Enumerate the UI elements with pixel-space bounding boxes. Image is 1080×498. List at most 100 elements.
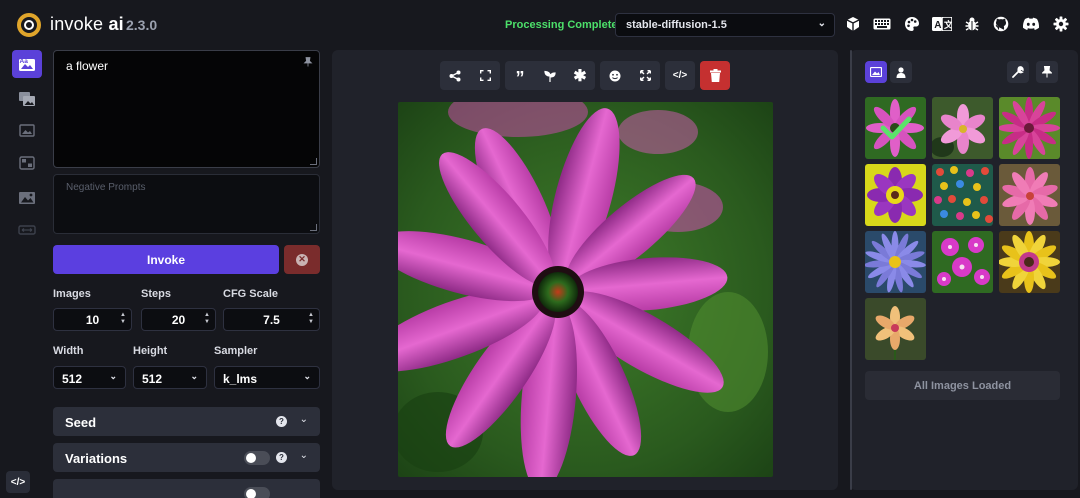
cfg-scale-label: CFG Scale (223, 288, 279, 300)
stepper-icon[interactable]: ▲ ▼ (204, 312, 210, 326)
keyboard-icon[interactable] (872, 14, 892, 34)
next-accordion[interactable] (53, 479, 320, 498)
cancel-button[interactable]: ✕ (284, 245, 320, 274)
nav-training[interactable] (12, 216, 42, 244)
sprout-icon[interactable] (535, 61, 565, 90)
app-version: 2.3.0 (126, 17, 158, 33)
width-select[interactable]: 512 ⌄ (53, 366, 126, 389)
trash-icon (709, 69, 721, 82)
image-to-image-icon (19, 92, 35, 106)
cube-icon[interactable] (843, 14, 863, 34)
steps-label: Steps (141, 288, 171, 300)
chevron-down-icon: ⌄ (109, 371, 117, 381)
canvas-icon (19, 124, 35, 137)
height-select[interactable]: 512 ⌄ (133, 366, 207, 389)
app-header: invoke ai 2.3.0 Processing Complete stab… (0, 0, 1080, 48)
gallery-tab-generations[interactable] (865, 61, 887, 83)
fullscreen-icon[interactable] (470, 61, 500, 90)
images-input[interactable]: 10 ▲ ▼ (53, 308, 132, 331)
settings-icon[interactable] (1051, 14, 1071, 34)
nav-postprocessing[interactable] (12, 184, 42, 212)
nav-text-to-image[interactable]: Aa (12, 50, 42, 78)
stepper-icon[interactable]: ▲ ▼ (120, 312, 126, 326)
height-label: Height (133, 345, 168, 357)
status-text: Processing Complete (505, 19, 618, 31)
variations-title: Variations (65, 451, 128, 466)
cancel-icon: ✕ (296, 253, 308, 266)
prompt-text: a flower (66, 59, 109, 73)
quote-icon[interactable]: ” (505, 61, 535, 90)
help-icon[interactable]: ? (276, 416, 287, 427)
toolbar-group-share (440, 61, 500, 90)
gallery-thumbnail-selected[interactable] (865, 97, 926, 159)
nav-unified-canvas[interactable] (12, 116, 42, 144)
prompt-input[interactable]: a flower (53, 50, 320, 168)
svg-text:Aa: Aa (20, 58, 29, 65)
sampler-label: Sampler (214, 345, 258, 357)
toolbar-group-code: </> (665, 61, 695, 90)
bug-icon[interactable] (962, 14, 982, 34)
negative-prompt-placeholder: Negative Prompts (66, 182, 146, 193)
seed-title: Seed (65, 415, 97, 430)
gallery-thumbnail[interactable] (932, 231, 993, 293)
delete-image-button[interactable] (700, 61, 730, 90)
chevron-down-icon: ⌄ (299, 414, 308, 425)
upscale-icon[interactable] (630, 61, 660, 90)
face-restore-icon[interactable] (600, 61, 630, 90)
variations-toggle[interactable] (244, 451, 270, 465)
negative-prompt-input[interactable]: Negative Prompts (53, 174, 320, 234)
pin-icon[interactable] (303, 57, 313, 70)
text-to-image-icon: Aa (19, 58, 35, 71)
current-image-panel: ” ✱ </> (332, 50, 838, 490)
postprocess-icon (19, 192, 35, 204)
gallery-tab-uploads[interactable] (890, 61, 912, 83)
variations-accordion[interactable]: Variations ? ⌄ (53, 443, 320, 472)
dev-console-button[interactable]: </> (6, 471, 30, 493)
model-select[interactable]: stable-diffusion-1.5 ⌄ (615, 13, 835, 37)
svg-text:A: A (934, 20, 941, 31)
code-icon[interactable]: </> (665, 61, 695, 90)
sampler-select[interactable]: k_lms ⌄ (214, 366, 320, 389)
help-icon[interactable]: ? (276, 452, 287, 463)
chevron-down-icon: ⌄ (817, 18, 826, 29)
gallery-thumbnail[interactable] (865, 164, 926, 226)
nav-nodes[interactable] (12, 149, 42, 177)
all-images-loaded-label: All Images Loaded (865, 371, 1060, 400)
gallery-thumbnail[interactable] (932, 164, 993, 226)
user-icon (896, 66, 906, 78)
chevron-down-icon: ⌄ (299, 450, 308, 461)
discord-icon[interactable] (1021, 14, 1041, 34)
cfg-scale-input[interactable]: 7.5 ▲ ▼ (223, 308, 320, 331)
seed-accordion[interactable]: Seed ? ⌄ (53, 407, 320, 436)
toolbar-group-params: ” ✱ (505, 61, 595, 90)
generated-image (398, 102, 773, 477)
svg-text:文: 文 (943, 19, 952, 30)
resize-handle[interactable] (310, 224, 317, 231)
asterisk-icon[interactable]: ✱ (565, 61, 595, 90)
pin-icon (1042, 66, 1052, 78)
gallery-thumbnail[interactable] (865, 298, 926, 360)
wrench-icon (1012, 66, 1024, 78)
gallery-thumbnail[interactable] (999, 231, 1060, 293)
nav-image-to-image[interactable] (12, 85, 42, 113)
gallery-pin-button[interactable] (1036, 61, 1058, 83)
chevron-down-icon: ⌄ (190, 371, 198, 381)
code-icon: </> (10, 476, 26, 488)
gallery-thumbnail[interactable] (865, 231, 926, 293)
training-icon (18, 225, 36, 235)
gallery-thumbnail[interactable] (999, 164, 1060, 226)
gallery-thumbnail[interactable] (999, 97, 1060, 159)
share-icon[interactable] (440, 61, 470, 90)
resize-handle[interactable] (310, 158, 317, 165)
palette-icon[interactable] (902, 14, 922, 34)
stepper-icon[interactable]: ▲ ▼ (308, 312, 314, 326)
github-icon[interactable] (991, 14, 1011, 34)
steps-input[interactable]: 20 ▲ ▼ (141, 308, 216, 331)
accordion-toggle[interactable] (244, 487, 270, 498)
language-icon[interactable]: A文 (932, 14, 952, 34)
invoke-button[interactable]: Invoke (53, 245, 279, 274)
gallery-thumbnail[interactable] (932, 97, 993, 159)
gallery-settings-button[interactable] (1007, 61, 1029, 83)
width-label: Width (53, 345, 84, 357)
chevron-down-icon: ⌄ (303, 371, 311, 381)
